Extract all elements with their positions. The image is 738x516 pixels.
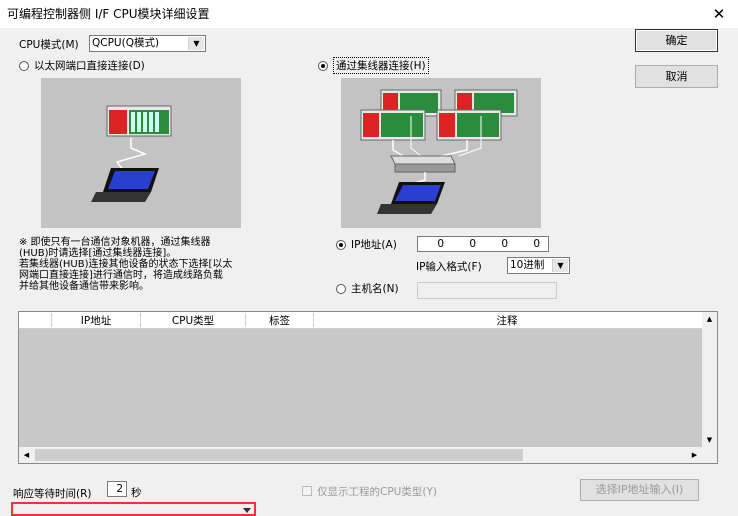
table-header-blank: [19, 313, 52, 327]
column-label[interactable]: 标签: [246, 313, 314, 327]
window-title: 可编程控制器侧 I/F CPU模块详细设置: [7, 7, 210, 21]
scroll-thumb[interactable]: [35, 449, 523, 461]
table-header: IP地址 CPU类型 标签 注释: [19, 312, 702, 329]
scroll-left-icon[interactable]: ◀: [19, 447, 34, 463]
response-wait-input[interactable]: 2: [107, 481, 127, 497]
ip-address-label: IP地址(A): [351, 239, 397, 251]
host-name-label: 主机名(N): [351, 283, 399, 295]
hub-diagram-svg: [360, 89, 518, 214]
host-name-input[interactable]: [417, 282, 557, 299]
scroll-right-icon[interactable]: ▶: [687, 447, 702, 463]
only-project-cpu-label: 仅显示工程的CPU类型(Y): [317, 486, 437, 498]
hub-connection-illustration: [341, 78, 541, 228]
cpu-list-table[interactable]: IP地址 CPU类型 标签 注释 ▲ ▼ ◀ ▶: [18, 311, 718, 464]
scroll-up-icon[interactable]: ▲: [702, 312, 717, 326]
response-wait-unit: 秒: [131, 487, 142, 499]
column-cpu-type[interactable]: CPU类型: [141, 313, 246, 327]
ok-button[interactable]: 确定: [635, 29, 718, 52]
close-button[interactable]: ✕: [706, 3, 732, 25]
cpu-mode-select[interactable]: QCPU(Q模式) ▼: [89, 35, 206, 52]
chevron-down-icon: ▼: [188, 37, 204, 50]
connection-note: ※ 即使只有一台通信对象机器，通过集线器 (HUB)时请选择[通过集线器连接]。…: [19, 237, 233, 292]
ip-format-value: 10进制: [510, 259, 545, 271]
ip-format-label: IP输入格式(F): [416, 261, 482, 273]
table-horizontal-scrollbar[interactable]: ◀ ▶: [19, 447, 717, 463]
ip-address-field[interactable]: 0 0 0 0: [417, 236, 549, 252]
ip-format-select[interactable]: 10进制 ▼: [507, 257, 570, 274]
hub-connection-radio[interactable]: [318, 61, 328, 71]
direct-connection-label[interactable]: 以太网端口直接连接(D): [34, 58, 145, 73]
select-ip-input-button[interactable]: 选择IP地址输入(I): [580, 479, 699, 501]
column-ip-address[interactable]: IP地址: [52, 313, 141, 327]
ip-octet-2[interactable]: 0: [456, 238, 476, 250]
cpu-mode-value: QCPU(Q模式): [92, 37, 160, 49]
response-wait-label: 响应等待时间(R): [13, 488, 92, 500]
chevron-down-icon: ▼: [552, 259, 568, 272]
highlighted-partial-control[interactable]: [11, 502, 256, 516]
column-comment[interactable]: 注释: [314, 313, 700, 327]
cpu-mode-label: CPU模式(M): [19, 39, 79, 51]
ip-octet-4[interactable]: 0: [520, 238, 540, 250]
cancel-button[interactable]: 取消: [635, 65, 718, 88]
only-project-cpu-checkbox[interactable]: [302, 486, 312, 496]
ip-address-radio[interactable]: [336, 240, 346, 250]
direct-connection-radio[interactable]: [19, 61, 29, 71]
direct-connection-illustration: [41, 78, 241, 228]
host-name-radio[interactable]: [336, 284, 346, 294]
close-icon: ✕: [712, 5, 726, 23]
direct-diagram-svg: [91, 105, 172, 202]
table-vertical-scrollbar[interactable]: ▲ ▼: [702, 312, 717, 447]
ip-octet-1[interactable]: 0: [424, 238, 444, 250]
hub-connection-label[interactable]: 通过集线器连接(H): [333, 57, 429, 74]
scroll-down-icon[interactable]: ▼: [702, 433, 717, 447]
chevron-down-icon: [243, 508, 251, 513]
ip-octet-3[interactable]: 0: [488, 238, 508, 250]
